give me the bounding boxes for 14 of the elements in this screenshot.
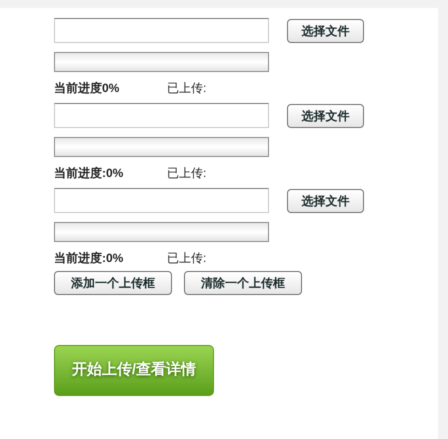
choose-file-button[interactable]: 选择文件	[287, 104, 364, 128]
uploaded-label: 已上传:	[167, 80, 206, 96]
upload-box-button[interactable]: 添加一个上传框	[54, 271, 172, 295]
file-path-field[interactable]	[54, 188, 269, 213]
progress-label: 当前进度:0%	[54, 164, 124, 182]
choose-file-button[interactable]: 选择文件	[287, 188, 364, 212]
progress-label: 当前进度0%	[54, 80, 120, 96]
upload-box-button[interactable]: 清除一个上传框	[184, 271, 302, 295]
choose-file-button[interactable]: 选择文件	[287, 18, 364, 42]
file-path-field[interactable]	[54, 103, 269, 128]
uploaded-label: 已上传:	[167, 164, 206, 182]
progress-label: 当前进度:0%	[54, 250, 124, 266]
file-path-field[interactable]	[54, 18, 269, 43]
uploaded-label: 已上传:	[167, 250, 206, 266]
